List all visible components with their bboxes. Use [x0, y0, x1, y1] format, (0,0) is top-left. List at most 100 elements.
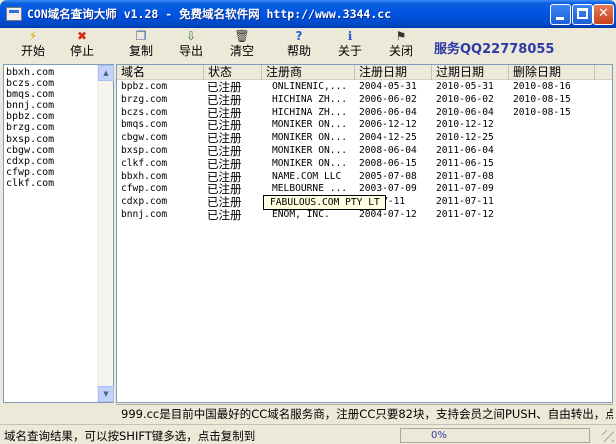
start-label: 开始: [20, 44, 45, 58]
cell-expire-date: 2010-06-02: [436, 93, 494, 105]
cell-domain: bnnj.com: [121, 208, 168, 220]
list-item[interactable]: bxsp.com: [6, 134, 54, 145]
about-icon: ℹ: [347, 29, 353, 43]
copy-icon: ❐: [135, 29, 147, 43]
cell-status: 已注册: [207, 119, 242, 133]
cell-registrar: MONIKER ON...: [272, 144, 348, 156]
cell-registrar: NAME.COM LLC: [272, 170, 342, 182]
table-row[interactable]: bczs.com 已注册 HICHINA ZH... 2006-06-04 2010-0…: [117, 107, 597, 120]
table-row[interactable]: clkf.com 已注册 MONIKER ON... 2008-06-15 2011-0…: [117, 158, 597, 171]
header-status[interactable]: 状态: [204, 65, 262, 80]
cell-expire-date: 2011-07-11: [436, 196, 494, 208]
cell-status: 已注册: [207, 132, 242, 145]
list-item[interactable]: bczs.com: [6, 78, 54, 89]
table-row[interactable]: bbxh.com 已注册 NAME.COM LLC 2005-07-08 2011-07…: [117, 171, 597, 184]
results-table[interactable]: 域名 状态 注册商 注册日期 过期日期 删除日期 bpbz.com 已注册 ONLI…: [116, 64, 613, 403]
scroll-down-icon[interactable]: ▼: [98, 386, 114, 402]
service-qq-label: 服务QQ22778055: [434, 42, 555, 57]
maximize-button[interactable]: [572, 4, 593, 25]
cell-status: 已注册: [207, 106, 242, 120]
cell-delete-date: 2010-08-15: [513, 106, 571, 118]
list-item[interactable]: bpbz.com: [6, 111, 54, 122]
toolbar: ⚡ 开始 ✖ 停止 ❐ 复制 ⇩ 导出 🗑 清空 ? 帮助 ℹ 关于 ⚑ 关闭 …: [0, 28, 616, 62]
vertical-scrollbar[interactable]: ▲ ▼: [97, 65, 114, 402]
window-title: CON域名查询大师 v1.28 - 免费域名软件网 http://www.334…: [27, 7, 392, 21]
table-row[interactable]: bxsp.com 已注册 MONIKER ON... 2008-06-04 2011-0…: [117, 145, 597, 158]
list-item[interactable]: bmqs.com: [6, 89, 54, 100]
export-label: 导出: [178, 44, 203, 58]
stop-label: 停止: [69, 44, 94, 58]
cell-status: 已注册: [207, 208, 242, 222]
cell-expire-date: 2010-12-12: [436, 119, 494, 131]
list-item[interactable]: cfwp.com: [6, 167, 54, 178]
cell-status: 已注册: [207, 81, 242, 94]
list-item[interactable]: clkf.com: [6, 178, 54, 189]
cell-status: 已注册: [207, 170, 242, 184]
status-text: 域名查询结果，可以按SHIFT键多选，点击复制到: [4, 429, 256, 443]
registrar-tooltip: FABULOUS.COM PTY LT: [263, 195, 386, 210]
minimize-button[interactable]: [550, 4, 571, 25]
cell-register-date: 2004-07-12: [359, 208, 417, 220]
cell-expire-date: 2011-07-09: [436, 183, 494, 195]
stop-button[interactable]: ✖ 停止: [61, 29, 103, 60]
copy-button[interactable]: ❐ 复制: [120, 29, 162, 60]
domain-listbox[interactable]: bbxh.com bczs.com bmqs.com bnnj.com bpbz…: [3, 64, 114, 403]
about-label: 关于: [337, 44, 362, 58]
about-button[interactable]: ℹ 关于: [329, 29, 371, 60]
table-row[interactable]: bpbz.com 已注册 ONLINENIC,... 2004-05-31 2010-0…: [117, 81, 597, 94]
export-icon: ⇩: [185, 29, 197, 43]
cell-registrar: MONIKER ON...: [272, 132, 348, 144]
list-item[interactable]: brzg.com: [6, 122, 54, 133]
table-row[interactable]: bnnj.com 已注册 ENOM, INC. 2004-07-12 2011-07-1…: [117, 209, 597, 222]
cell-status: 已注册: [207, 144, 242, 158]
header-registrar[interactable]: 注册商: [262, 65, 355, 80]
list-item[interactable]: bbxh.com: [6, 67, 54, 78]
header-expire-date[interactable]: 过期日期: [432, 65, 509, 80]
scroll-up-icon[interactable]: ▲: [98, 65, 114, 81]
cell-domain: cbgw.com: [121, 132, 168, 144]
table-row[interactable]: bmqs.com 已注册 MONIKER ON... 2006-12-12 2010-1…: [117, 119, 597, 132]
header-domain[interactable]: 域名: [117, 65, 204, 80]
cell-expire-date: 2011-06-04: [436, 144, 494, 156]
cell-status: 已注册: [207, 196, 242, 209]
cell-expire-date: 2011-07-08: [436, 170, 494, 182]
list-item[interactable]: cdxp.com: [6, 156, 54, 167]
cell-expire-date: 2010-05-31: [436, 81, 494, 92]
close-button[interactable]: ✕: [593, 4, 614, 25]
cell-domain: bxsp.com: [121, 144, 168, 156]
progress-percent: 0%: [431, 430, 447, 441]
export-button[interactable]: ⇩ 导出: [170, 29, 212, 60]
help-label: 帮助: [286, 44, 311, 58]
help-button[interactable]: ? 帮助: [278, 29, 320, 60]
clear-label: 清空: [229, 44, 254, 58]
cell-register-date: 2004-05-31: [359, 81, 417, 92]
lightning-icon: ⚡: [28, 29, 38, 43]
cell-registrar: ENOM, INC.: [272, 208, 330, 220]
resize-grip-icon[interactable]: [602, 430, 614, 442]
cell-register-date: 2006-06-02: [359, 93, 417, 105]
close-flag-icon: ⚑: [395, 29, 407, 43]
list-item[interactable]: cbgw.com: [6, 145, 54, 156]
close-app-button[interactable]: ⚑ 关闭: [380, 29, 422, 60]
cell-status: 已注册: [207, 183, 242, 197]
cell-registrar: ONLINENIC,...: [272, 81, 348, 92]
cell-register-date: 2008-06-15: [359, 157, 417, 169]
close-app-label: 关闭: [388, 44, 413, 58]
table-row[interactable]: brzg.com 已注册 HICHINA ZH... 2006-06-02 2010-0…: [117, 94, 597, 107]
start-button[interactable]: ⚡ 开始: [12, 29, 54, 60]
list-item[interactable]: bnnj.com: [6, 100, 54, 111]
table-row[interactable]: cbgw.com 已注册 MONIKER ON... 2004-12-25 2010-1…: [117, 132, 597, 145]
cell-delete-date: 2010-08-15: [513, 93, 571, 105]
ad-marquee[interactable]: 999.cc是目前中国最好的CC域名服务商，注册CC只要82块，支持会员之间PU…: [116, 404, 613, 422]
cell-domain: bmqs.com: [121, 119, 168, 131]
cell-status: 已注册: [207, 157, 242, 171]
status-bar: 域名查询结果，可以按SHIFT键多选，点击复制到 0%: [0, 424, 616, 444]
maximize-icon: [577, 8, 588, 19]
header-delete-date[interactable]: 删除日期: [509, 65, 595, 80]
cell-domain: clkf.com: [121, 157, 168, 169]
progress-bar: 0%: [400, 428, 590, 443]
header-register-date[interactable]: 注册日期: [355, 65, 432, 80]
title-bar[interactable]: CON域名查询大师 v1.28 - 免费域名软件网 http://www.334…: [0, 0, 616, 28]
clear-button[interactable]: 🗑 清空: [221, 29, 263, 60]
table-header: 域名 状态 注册商 注册日期 过期日期 删除日期: [117, 65, 612, 80]
